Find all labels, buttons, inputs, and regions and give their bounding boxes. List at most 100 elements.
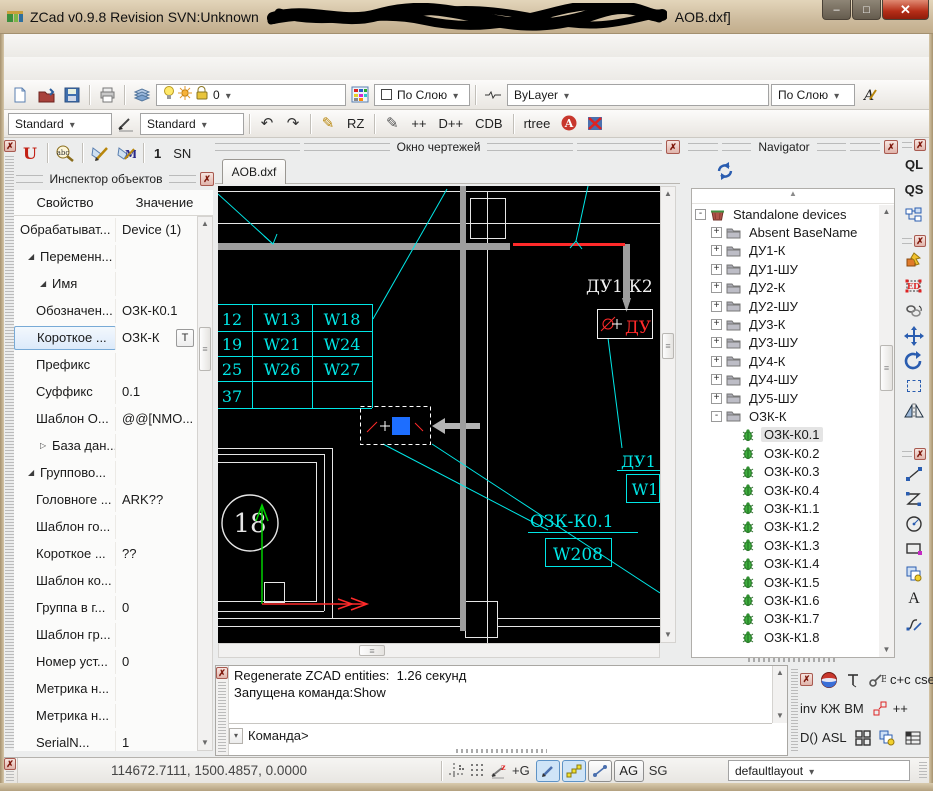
- chevron-down-icon[interactable]: [196, 117, 207, 131]
- bm-button[interactable]: ВМ: [844, 701, 864, 716]
- splitter-handle[interactable]: [456, 749, 547, 753]
- tree-structure-button[interactable]: [905, 202, 923, 227]
- snap-segment-button[interactable]: [588, 760, 612, 782]
- splitter-handle[interactable]: [748, 658, 838, 662]
- chevron-down-icon[interactable]: [220, 88, 231, 102]
- layers-icon[interactable]: [130, 83, 154, 107]
- spline-tool-icon[interactable]: [905, 611, 923, 636]
- menu-item[interactable]: [26, 44, 46, 48]
- inspector-row[interactable]: ◢Переменн...: [14, 243, 197, 270]
- edit-template-button[interactable]: T: [176, 329, 194, 347]
- cursor-t-icon[interactable]: [845, 671, 861, 689]
- snap-1-button[interactable]: 1: [149, 146, 166, 161]
- snap-sn-button[interactable]: SN: [168, 146, 196, 161]
- inspector-row[interactable]: ◢Имя: [14, 270, 197, 297]
- asl-button[interactable]: ASL: [822, 730, 847, 745]
- grid-axes-icon[interactable]: [448, 762, 466, 780]
- tree-expander-icon[interactable]: +: [711, 282, 722, 293]
- toolbar-grip[interactable]: [791, 669, 798, 753]
- kj-button[interactable]: КЖ: [821, 701, 841, 716]
- d-plus-button[interactable]: D++: [434, 116, 469, 131]
- menu-item[interactable]: [126, 44, 146, 48]
- inspector-row[interactable]: Шаблон ко...: [14, 567, 197, 594]
- expand-arrow-icon[interactable]: ◢: [28, 468, 40, 477]
- inspector-row[interactable]: ▷База дан...: [14, 432, 197, 459]
- redo-icon[interactable]: ↷: [281, 112, 305, 136]
- inspector-row[interactable]: Короткое ... ОЗК-КT: [14, 324, 197, 351]
- layout-combo[interactable]: defaultlayout: [728, 760, 910, 781]
- chevron-down-icon[interactable]: [828, 88, 839, 102]
- draw-mode-button[interactable]: [536, 760, 560, 782]
- tree-item[interactable]: ОЗК-К1.1: [692, 499, 878, 517]
- table-rows-icon[interactable]: [904, 729, 922, 747]
- tree-item[interactable]: ОЗК-К1.5: [692, 573, 878, 591]
- inspector-row[interactable]: Шаблон О... @@[NMO...: [14, 405, 197, 432]
- sg-toggle[interactable]: SG: [649, 763, 668, 778]
- tree-item[interactable]: ОЗК-К0.3: [692, 462, 878, 480]
- tree-expander-icon[interactable]: +: [711, 356, 722, 367]
- inspector-row[interactable]: Метрика н...: [14, 675, 197, 702]
- color-combo[interactable]: По Слою: [374, 84, 470, 106]
- delete-text-icon[interactable]: [583, 112, 607, 136]
- tree-item[interactable]: + ДУ1-К: [692, 242, 878, 260]
- copy-entity-icon[interactable]: [879, 729, 897, 747]
- tree-expander-icon[interactable]: +: [711, 264, 722, 275]
- close-icon[interactable]: [800, 673, 813, 686]
- command-scrollbar[interactable]: ▲ ▼: [772, 666, 787, 723]
- close-icon[interactable]: [914, 235, 926, 247]
- canvas-hscrollbar[interactable]: [218, 643, 660, 658]
- menu-item[interactable]: [26, 67, 46, 71]
- navigator-close-icon[interactable]: [884, 140, 898, 154]
- tree-expander-icon[interactable]: -: [695, 209, 706, 220]
- save-file-button[interactable]: [60, 83, 84, 107]
- inspector-row[interactable]: Суффикс 0.1: [14, 378, 197, 405]
- inspector-close-icon[interactable]: [200, 172, 214, 186]
- inspector-row[interactable]: Шаблон гр...: [14, 621, 197, 648]
- cdb-button[interactable]: CDB: [470, 116, 507, 131]
- inspector-row[interactable]: Метрика н...: [14, 702, 197, 729]
- column-property[interactable]: Свойство: [14, 195, 116, 210]
- toolbar-grip[interactable]: [902, 234, 926, 248]
- inspector-row[interactable]: Шаблон го...: [14, 513, 197, 540]
- polyline-tool-icon[interactable]: [905, 486, 923, 511]
- tree-item[interactable]: ОЗК-К1.7: [692, 610, 878, 628]
- expand-arrow-icon[interactable]: ◢: [40, 279, 52, 288]
- rectangle-tool-icon[interactable]: [905, 536, 923, 561]
- tree-item[interactable]: ОЗК-К0.4: [692, 481, 878, 499]
- print-button[interactable]: [95, 83, 119, 107]
- tree-item[interactable]: + ДУ2-ШУ: [692, 297, 878, 315]
- tree-item[interactable]: ОЗК-К0.2: [692, 444, 878, 462]
- menu-item[interactable]: [226, 44, 246, 48]
- inspector-row[interactable]: Номер уст... 0: [14, 648, 197, 675]
- grid-blocks-icon[interactable]: [854, 729, 872, 747]
- circle-tool-icon[interactable]: [905, 511, 923, 536]
- tree-item[interactable]: + ДУ5-ШУ: [692, 389, 878, 407]
- tree-item[interactable]: + ДУ3-ШУ: [692, 334, 878, 352]
- tree-item[interactable]: + ДУ4-ШУ: [692, 371, 878, 389]
- command-grip[interactable]: [216, 666, 229, 755]
- titlebar[interactable]: ZCad v0.9.8 Revision SVN:Unknown AOB.dxf…: [0, 0, 933, 34]
- prompt-dropdown-icon[interactable]: ▾: [229, 728, 243, 744]
- inspector-row[interactable]: Префикс: [14, 351, 197, 378]
- tree-item[interactable]: + ДУ4-К: [692, 352, 878, 370]
- sun-icon[interactable]: [178, 86, 192, 103]
- command-input[interactable]: [309, 727, 772, 745]
- linetype-combo[interactable]: ByLayer: [507, 84, 769, 106]
- dim-style-combo[interactable]: Standard: [140, 113, 244, 135]
- tree-expander-icon[interactable]: +: [711, 301, 722, 312]
- close-icon[interactable]: [4, 140, 16, 152]
- magnet-icon[interactable]: U: [18, 141, 42, 165]
- tree-item[interactable]: + ДУ2-К: [692, 279, 878, 297]
- menu-item[interactable]: [86, 44, 106, 48]
- mirror-icon[interactable]: [904, 398, 924, 423]
- lock-icon[interactable]: [195, 86, 208, 103]
- drawing-canvas[interactable]: ДУ1-К2 12 W13 W18 19 W21 W24 2: [218, 186, 660, 643]
- select-rectangle-icon[interactable]: [907, 373, 921, 398]
- inspector-row[interactable]: Обозначен... ОЗК-К0.1: [14, 297, 197, 324]
- close-icon[interactable]: [914, 139, 926, 151]
- close-icon[interactable]: [216, 667, 228, 679]
- csel-button[interactable]: csel: [915, 672, 933, 687]
- inv-button[interactable]: inv: [800, 701, 817, 716]
- edit-pencil-icon[interactable]: [88, 141, 112, 165]
- tree-expander-icon[interactable]: -: [711, 411, 722, 422]
